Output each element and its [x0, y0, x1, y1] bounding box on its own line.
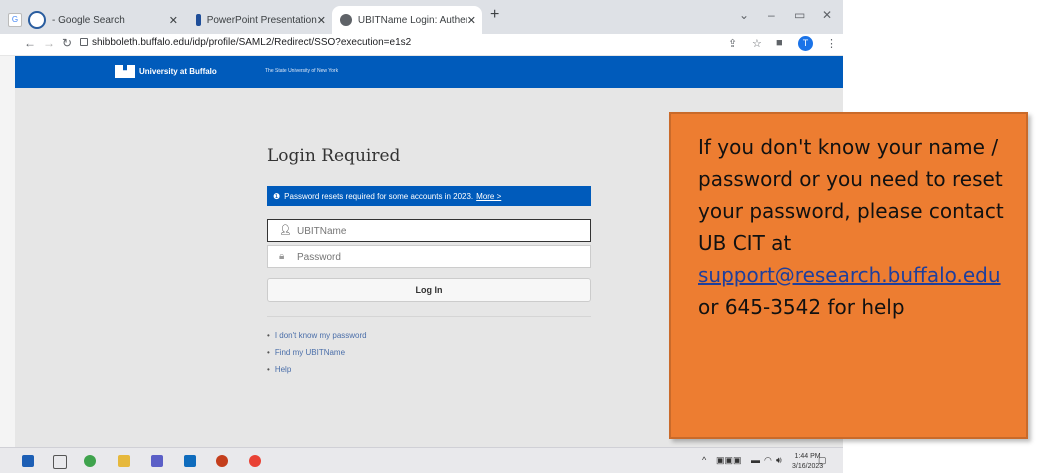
username-input[interactable]	[295, 222, 579, 241]
task-view-icon[interactable]	[53, 455, 67, 469]
powerpoint-taskbar-icon[interactable]	[216, 455, 228, 467]
google-chrome-taskbar-icon[interactable]	[249, 455, 261, 467]
close-tab-icon[interactable]: ✕	[317, 14, 326, 27]
side-panel-icon[interactable]: ■	[776, 37, 783, 49]
login-button[interactable]: Log In	[267, 278, 591, 302]
chrome-icon[interactable]	[84, 455, 96, 467]
callout-text-after: or 645-3542 for help	[698, 295, 905, 319]
close-tab-icon[interactable]: ✕	[467, 14, 476, 27]
close-window-icon[interactable]: ✕	[822, 8, 832, 22]
tab-powerpoint[interactable]: PowerPoint Presentation ✕	[196, 6, 330, 34]
password-input[interactable]	[295, 248, 579, 267]
user-icon: 👤︎	[279, 225, 292, 236]
forgot-password-link[interactable]: I don't know my password	[267, 327, 367, 344]
page-left-edge	[0, 56, 15, 454]
site-subtitle: The State University of New York	[265, 68, 339, 74]
chevron-down-icon[interactable]: ⌄	[739, 8, 749, 22]
site-header: University at Buffalo The State Universi…	[15, 56, 843, 88]
address-toolbar: ← → ↻ shibboleth.buffalo.edu/idp/profile…	[0, 34, 843, 55]
lock-icon	[80, 38, 88, 46]
tab-strip: G - Google Search ✕ PowerPoint Presentat…	[0, 0, 843, 34]
battery-icon[interactable]: ▬	[751, 455, 760, 465]
support-email-link[interactable]: support@research.buffalo.edu	[698, 263, 1001, 287]
bookmark-star-icon[interactable]: ☆	[752, 37, 762, 50]
tab-label: UBITName Login: Authentication	[357, 14, 467, 26]
close-tab-icon[interactable]: ✕	[169, 14, 178, 27]
lock-icon: 🔒︎	[279, 251, 285, 262]
more-link[interactable]: More >	[476, 192, 501, 201]
tab-label: - Google Search	[52, 14, 125, 26]
windows-start-icon[interactable]	[22, 455, 34, 467]
maximize-icon[interactable]: ▭	[794, 8, 805, 22]
address-bar[interactable]: shibboleth.buffalo.edu/idp/profile/SAML2…	[92, 37, 411, 48]
share-icon[interactable]: ⇪	[728, 37, 737, 50]
tab-label: PowerPoint Presentation	[206, 14, 317, 26]
teams-icon[interactable]	[151, 455, 163, 467]
callout-text: If you don't know your name / password o…	[671, 114, 1020, 323]
tab-google-search[interactable]: G - Google Search ✕	[8, 6, 186, 34]
divider	[267, 316, 591, 317]
new-tab-icon[interactable]: +	[490, 6, 499, 24]
file-explorer-icon[interactable]	[118, 455, 130, 467]
minimize-icon[interactable]: –	[768, 8, 775, 22]
callout-text-before: If you don't know your name / password o…	[698, 135, 1004, 255]
help-callout: If you don't know your name / password o…	[669, 112, 1028, 439]
outlook-icon[interactable]	[184, 455, 196, 467]
profile-avatar[interactable]: T	[798, 36, 813, 51]
site-name[interactable]: University at Buffalo	[139, 67, 217, 76]
menu-kebab-icon[interactable]: ⋮	[826, 37, 837, 50]
notifications-icon[interactable]: ▢	[818, 455, 827, 466]
tray-apps-icon[interactable]: ▣▣▣	[716, 455, 742, 466]
windows-taskbar: ^ ▣▣▣ ▬ ◠ 🔊︎ 1:44 PM 3/16/2023 ▢	[0, 447, 843, 473]
tray-chevron-icon[interactable]: ^	[702, 455, 706, 465]
back-icon[interactable]: ←	[24, 36, 36, 50]
volume-icon[interactable]: 🔊︎	[776, 455, 782, 466]
password-field[interactable]: 🔒︎	[267, 245, 591, 268]
forward-icon[interactable]: →	[43, 36, 55, 50]
page-title: Login Required	[267, 146, 401, 166]
help-links: I don't know my password Find my UBITNam…	[267, 327, 367, 378]
network-icon[interactable]: ◠	[764, 455, 772, 466]
find-ubitname-link[interactable]: Find my UBITName	[267, 344, 367, 361]
ub-logo-icon[interactable]	[115, 65, 135, 78]
cursor-highlight-icon	[28, 11, 46, 29]
tab-ubitname-login[interactable]: UBITName Login: Authentication ✕	[332, 6, 482, 34]
info-icon: ❶	[273, 191, 281, 201]
reload-icon[interactable]: ↻	[62, 36, 72, 50]
globe-icon	[340, 14, 352, 26]
powerpoint-icon	[196, 14, 201, 26]
google-icon: G	[8, 13, 22, 27]
alert-text: Password resets required for some accoun…	[284, 191, 474, 201]
username-field[interactable]: 👤︎	[267, 219, 591, 242]
help-link[interactable]: Help	[267, 361, 367, 378]
password-reset-alert: ❶ Password resets required for some acco…	[267, 186, 591, 206]
